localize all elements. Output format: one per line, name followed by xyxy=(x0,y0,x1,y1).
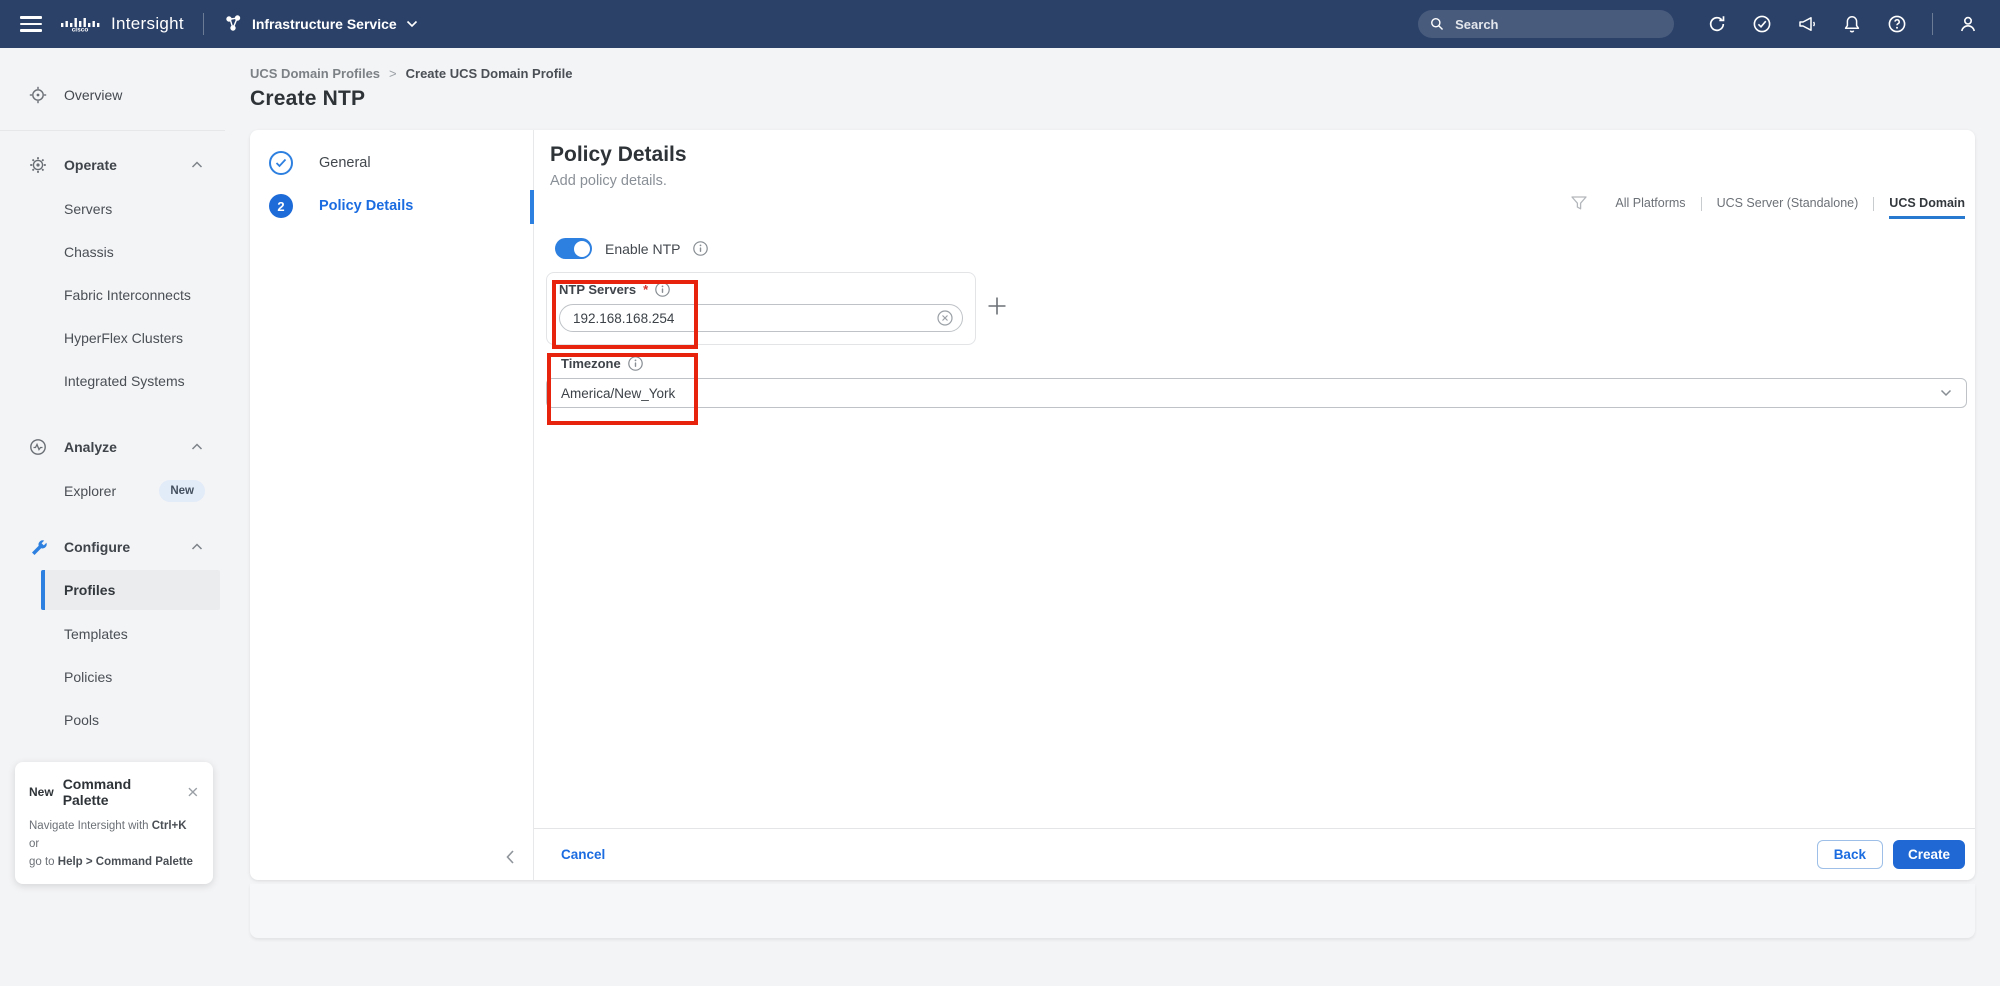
enable-ntp-label: Enable NTP xyxy=(605,240,681,257)
cancel-button[interactable]: Cancel xyxy=(561,847,605,862)
timezone-label: Timezone xyxy=(561,356,621,371)
search-box[interactable] xyxy=(1418,10,1674,38)
sidebar-item-hyperflex-clusters[interactable]: HyperFlex Clusters xyxy=(0,316,225,359)
sidebar-section-configure[interactable]: Configure xyxy=(0,525,225,569)
gear-icon xyxy=(30,157,46,173)
menu-icon[interactable] xyxy=(20,16,42,32)
step-label: Policy Details xyxy=(319,198,414,214)
command-palette-card: New Command Palette Navigate Intersight … xyxy=(15,762,213,885)
intersight-app: cisco Intersight Infrastructure Service xyxy=(0,0,2000,986)
sidebar-item-templates[interactable]: Templates xyxy=(0,612,225,655)
sidebar-item-profiles[interactable]: Profiles xyxy=(41,570,220,610)
timezone-select[interactable]: America/New_York xyxy=(546,378,1967,408)
chevron-up-icon xyxy=(191,161,203,168)
policy-details-pane: Policy Details Add policy details. All P… xyxy=(533,130,1975,880)
ntp-server-group: NTP Servers * xyxy=(546,272,976,345)
wrench-icon xyxy=(32,540,47,555)
wizard-card: General 2 Policy Details Policy Details … xyxy=(250,130,1975,880)
info-icon[interactable] xyxy=(693,241,709,256)
sidebar-item-chassis[interactable]: Chassis xyxy=(0,230,225,273)
sidebar: Overview Operate Servers Chassis Fabric … xyxy=(0,48,225,986)
service-switcher[interactable]: Infrastructure Service xyxy=(223,14,418,34)
add-ntp-server-icon[interactable] xyxy=(986,295,1008,317)
breadcrumb: UCS Domain Profiles > Create UCS Domain … xyxy=(250,66,573,81)
top-bar: cisco Intersight Infrastructure Service xyxy=(0,0,2000,48)
breadcrumb-ucs-domain-profiles[interactable]: UCS Domain Profiles xyxy=(250,66,380,81)
wizard-footer: Cancel Back Create xyxy=(534,828,1975,880)
check-circle-icon[interactable] xyxy=(1752,14,1772,34)
sidebar-item-explorer[interactable]: Explorer New xyxy=(0,469,225,512)
divider xyxy=(0,130,225,131)
service-name: Infrastructure Service xyxy=(251,16,397,32)
create-button[interactable]: Create xyxy=(1892,840,1965,869)
tab-ucs-server-standalone[interactable]: UCS Server (Standalone) xyxy=(1717,194,1859,216)
back-button[interactable]: Back xyxy=(1816,840,1883,869)
sidebar-item-servers[interactable]: Servers xyxy=(0,187,225,230)
pulse-icon xyxy=(30,439,46,455)
breadcrumb-separator: > xyxy=(389,66,397,81)
sidebar-section-analyze[interactable]: Analyze xyxy=(0,425,225,469)
overview-icon xyxy=(29,86,47,104)
section-heading: Policy Details xyxy=(550,143,687,166)
step-complete-icon xyxy=(269,151,293,175)
collapse-pane-icon[interactable] xyxy=(505,849,515,865)
sidebar-item-policies[interactable]: Policies xyxy=(0,655,225,698)
sidebar-section-label: Configure xyxy=(64,539,131,555)
chevron-up-icon xyxy=(191,443,203,450)
enable-ntp-toggle[interactable] xyxy=(555,238,592,259)
section-subheading: Add policy details. xyxy=(550,173,667,189)
service-cluster-icon xyxy=(226,15,241,31)
info-icon[interactable] xyxy=(655,282,670,297)
chevron-down-icon xyxy=(406,20,417,28)
close-icon[interactable] xyxy=(187,786,199,798)
help-icon[interactable] xyxy=(1887,14,1907,34)
new-badge: New xyxy=(159,479,205,502)
ntp-servers-label-row: NTP Servers * xyxy=(559,282,963,297)
timezone-label-row: Timezone xyxy=(561,356,643,371)
tab-all-platforms[interactable]: All Platforms xyxy=(1615,194,1685,216)
bell-icon[interactable] xyxy=(1842,14,1862,34)
megaphone-icon[interactable] xyxy=(1797,14,1817,34)
filter-icon[interactable] xyxy=(1571,196,1588,211)
content-area: UCS Domain Profiles > Create UCS Domain … xyxy=(225,48,2000,986)
card-footer-strip xyxy=(250,884,1975,938)
required-mark: * xyxy=(643,282,649,297)
command-palette-title: Command Palette xyxy=(62,776,132,808)
user-icon[interactable] xyxy=(1958,14,1978,34)
enable-ntp-row: Enable NTP xyxy=(555,238,709,259)
sidebar-item-overview[interactable]: Overview xyxy=(0,76,225,114)
sidebar-item-fabric-interconnects[interactable]: Fabric Interconnects xyxy=(0,273,225,316)
chevron-down-icon xyxy=(1940,389,1952,397)
ntp-server-input[interactable] xyxy=(559,304,963,332)
timezone-value: America/New_York xyxy=(561,385,676,401)
step-policy-details[interactable]: 2 Policy Details xyxy=(269,194,413,218)
step-label: General xyxy=(319,155,371,171)
clear-input-icon[interactable] xyxy=(937,310,953,326)
sidebar-section-label: Analyze xyxy=(64,439,117,455)
command-palette-text: Navigate Intersight with Ctrl+K or go to… xyxy=(29,820,193,868)
refresh-icon[interactable] xyxy=(1707,14,1727,34)
step-general[interactable]: General xyxy=(269,151,371,175)
command-palette-new-badge: New xyxy=(29,785,54,799)
search-icon xyxy=(1431,17,1444,30)
breadcrumb-create-ucs-domain-profile[interactable]: Create UCS Domain Profile xyxy=(406,66,573,81)
info-icon[interactable] xyxy=(627,356,643,371)
sidebar-section-operate[interactable]: Operate xyxy=(0,143,225,187)
active-step-indicator xyxy=(530,190,534,224)
sidebar-section-label: Operate xyxy=(64,157,117,173)
wizard-steps-pane: General 2 Policy Details xyxy=(250,130,534,880)
tab-ucs-domain[interactable]: UCS Domain xyxy=(1889,194,1965,219)
page-title: Create NTP xyxy=(250,87,366,110)
brand-title: Intersight xyxy=(111,14,184,33)
platform-filter: All Platforms UCS Server (Standalone) UC… xyxy=(1571,194,1965,219)
svg-text:cisco: cisco xyxy=(72,26,89,32)
search-input[interactable] xyxy=(1453,15,1662,33)
sidebar-item-integrated-systems[interactable]: Integrated Systems xyxy=(0,359,225,402)
step-number: 2 xyxy=(269,194,293,218)
ntp-servers-label: NTP Servers xyxy=(559,282,637,297)
sidebar-item-pools[interactable]: Pools xyxy=(0,698,225,741)
cisco-logo-icon: cisco xyxy=(60,17,100,32)
sidebar-item-label: Overview xyxy=(64,87,123,103)
chevron-up-icon xyxy=(191,543,203,550)
